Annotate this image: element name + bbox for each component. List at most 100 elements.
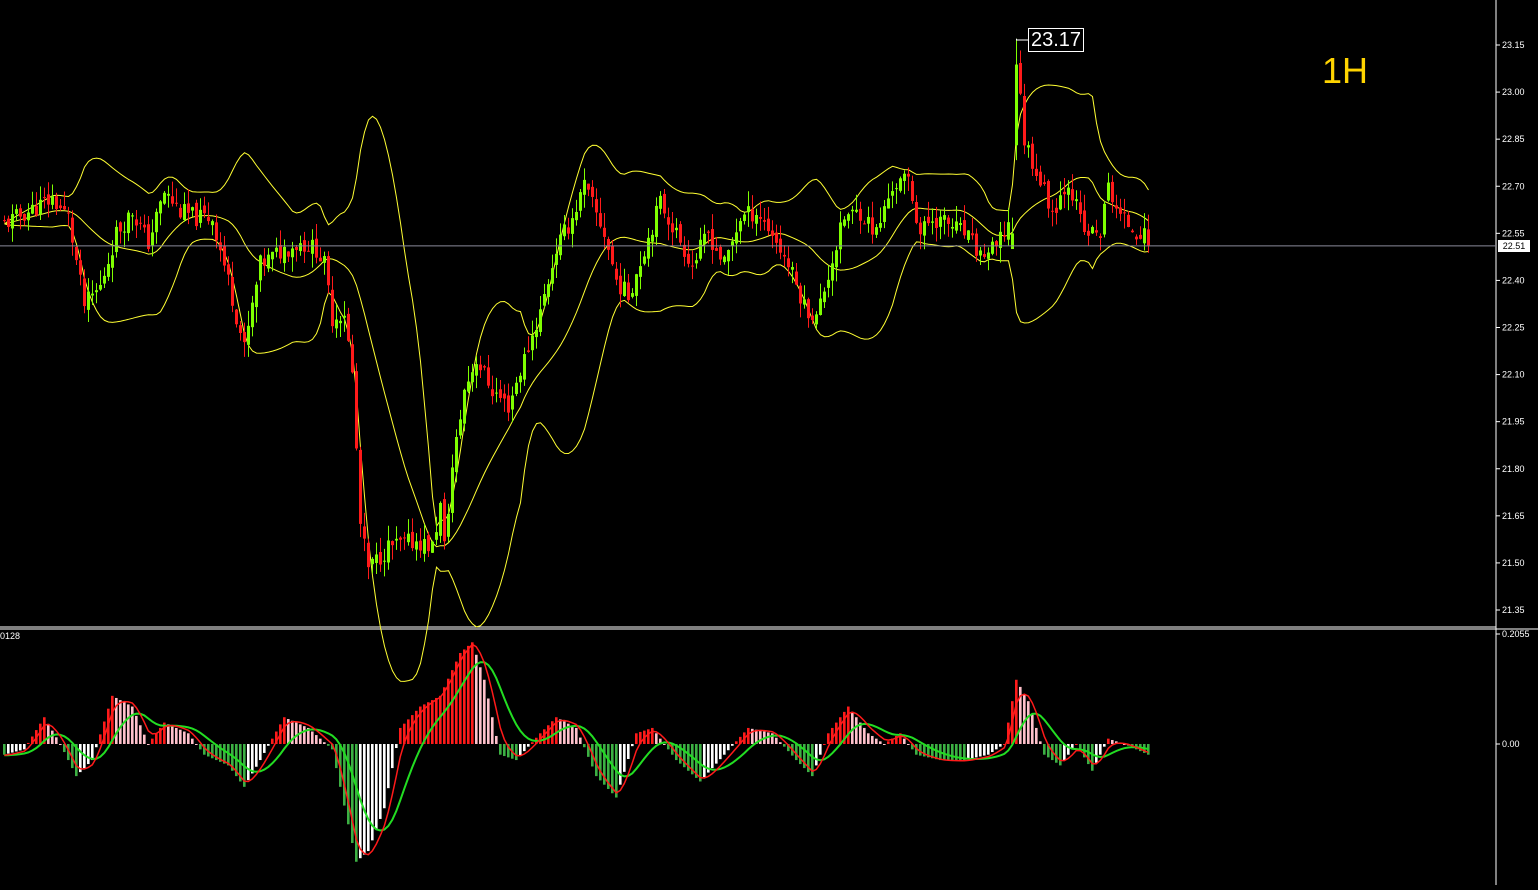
candle-body	[535, 330, 538, 338]
macd-histogram-bar	[15, 744, 18, 752]
candle-body	[127, 212, 130, 234]
macd-histogram-bar	[87, 744, 90, 765]
candle-body	[731, 241, 734, 246]
macd-histogram-bar	[999, 744, 1002, 747]
candle-body	[207, 217, 210, 222]
macd-histogram-bar	[395, 744, 398, 749]
candle-body	[63, 206, 66, 210]
candle-body	[887, 198, 890, 209]
candle-body	[231, 276, 234, 306]
candle-body	[287, 251, 290, 257]
macd-histogram-bar	[471, 642, 474, 744]
macd-histogram-bar	[523, 744, 526, 752]
macd-histogram-bar	[975, 744, 978, 758]
candle-body	[651, 234, 654, 242]
candle-body	[367, 542, 370, 568]
macd-histogram-bar	[619, 744, 622, 785]
candle-body	[467, 381, 470, 392]
macd-histogram-bar	[211, 744, 214, 759]
candle-body	[251, 302, 254, 328]
macd-histogram-bar	[1027, 701, 1030, 744]
candle-body	[847, 214, 850, 221]
bollinger-lower-band	[4, 223, 1149, 682]
candle-body	[683, 244, 686, 257]
candle-body	[899, 178, 902, 191]
candle-body	[527, 350, 530, 352]
candle-body	[855, 209, 858, 212]
candle-body	[95, 290, 98, 293]
chart-canvas[interactable]: 23.15 23.00 22.85 22.70 22.55 22.40 22.25 22.10…	[0, 0, 1538, 885]
macd-histogram-bar	[571, 725, 574, 744]
candle-body	[707, 231, 710, 233]
candle-body	[1095, 230, 1098, 233]
candle-body	[1099, 236, 1102, 238]
candle-body	[567, 227, 570, 234]
candle-body	[903, 173, 906, 181]
candle-body	[803, 299, 806, 305]
macd-histogram-bar	[319, 738, 322, 744]
candle-body	[1127, 214, 1130, 228]
macd-histogram-bar	[995, 744, 998, 750]
candle-body	[863, 223, 866, 225]
macd-histogram-bar	[1055, 744, 1058, 763]
candle-body	[1135, 236, 1138, 240]
candle-body	[359, 450, 362, 524]
candle-body	[1023, 95, 1026, 146]
candle-body	[1035, 168, 1038, 176]
candle-body	[451, 467, 454, 513]
candle-body	[515, 382, 518, 394]
candle-body	[195, 202, 198, 227]
candle-body	[671, 223, 674, 233]
candle-body	[3, 220, 6, 222]
candle-body	[1079, 202, 1082, 215]
candle-body	[1055, 207, 1058, 213]
candle-body	[399, 537, 402, 540]
candle-body	[1087, 230, 1090, 236]
candle-body	[187, 203, 190, 213]
macd-histogram-bar	[271, 738, 274, 744]
macd-histogram-bar	[655, 733, 658, 744]
candle-body	[783, 254, 786, 257]
macd-histogram-bar	[131, 706, 134, 744]
candle-body	[511, 395, 514, 410]
macd-histogram-bar	[1087, 744, 1090, 765]
candle-body	[455, 436, 458, 473]
candle-body	[319, 257, 322, 262]
candle-body	[1115, 205, 1118, 209]
macd-histogram-bar	[947, 744, 950, 761]
macd-histogram-bar	[879, 741, 882, 744]
price-tick-label: 22.10	[1502, 370, 1525, 380]
macd-histogram-bar	[479, 667, 482, 744]
macd-histogram-bar	[1091, 744, 1094, 771]
trading-chart[interactable]: 23.15 23.00 22.85 22.70 22.55 22.40 22.25 22.10…	[0, 0, 1538, 885]
candle-body	[499, 389, 502, 398]
candle-body	[819, 298, 822, 315]
macd-histogram-bar	[411, 715, 414, 744]
macd-histogram-bar	[187, 733, 190, 744]
candle-body	[271, 251, 274, 260]
candle-body	[203, 205, 206, 214]
macd-histogram-bar	[347, 744, 350, 825]
price-tick-label: 21.50	[1502, 558, 1525, 568]
candle-body	[267, 254, 270, 269]
candle-body	[191, 207, 194, 211]
candle-body	[363, 526, 366, 539]
candle-body	[243, 332, 246, 343]
macd-histogram-bar	[627, 744, 630, 759]
candle-body	[39, 199, 42, 215]
candle-body	[543, 294, 546, 306]
candle-body	[375, 554, 378, 563]
candle-body	[1071, 189, 1074, 201]
candle-body	[815, 314, 818, 325]
timeframe-label: 1H	[1322, 50, 1369, 91]
macd-histogram-bar	[139, 725, 142, 744]
candle-body	[591, 186, 594, 197]
candle-body	[415, 541, 418, 550]
macd-histogram-bar	[991, 744, 994, 753]
candle-body	[579, 192, 582, 211]
candle-body	[487, 367, 490, 386]
macd-histogram-bar	[703, 744, 706, 778]
macd-histogram-bar	[375, 744, 378, 830]
candle-body	[215, 222, 218, 241]
macd-histogram-bar	[1031, 714, 1034, 744]
